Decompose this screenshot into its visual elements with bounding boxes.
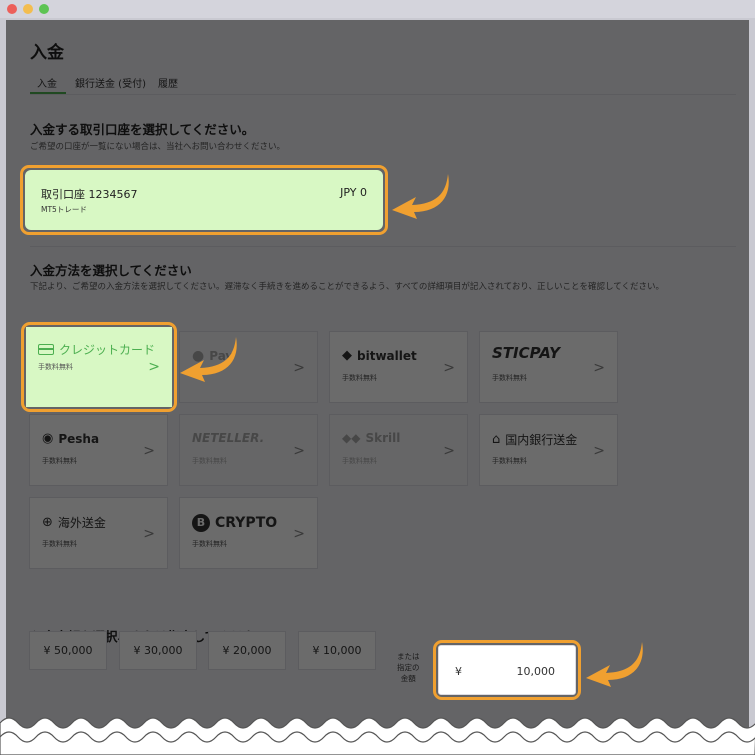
method-card-overseas[interactable]: ⊕ 海外送金 手数料無料 > xyxy=(29,497,168,569)
chevron-right-icon: > xyxy=(148,359,160,375)
section-divider xyxy=(30,246,736,247)
account-section-desc: ご希望の口座が一覧にない場合は、当社へお問い合わせください。 xyxy=(30,142,286,152)
account-card[interactable]: 取引口座 1234567 MT5トレード JPY 0 xyxy=(25,170,383,230)
method-fee: 手数料無料 xyxy=(192,457,227,465)
currency-symbol: ¥ xyxy=(455,665,462,678)
page-title: 入金 xyxy=(30,43,64,63)
chevron-right-icon: > xyxy=(443,443,455,459)
pesha-icon: ◉ xyxy=(42,431,54,446)
skrill-icon: ◆◆ xyxy=(342,431,361,445)
chevron-right-icon: > xyxy=(593,443,605,459)
method-label: ◉ Pesha xyxy=(42,431,100,446)
close-window-icon[interactable] xyxy=(7,4,17,14)
tab-history[interactable]: 履歴 xyxy=(158,75,178,90)
method-card-credit-card[interactable]: クレジットカード 手数料無料 > xyxy=(26,327,172,407)
custom-amount-input[interactable]: ¥ 10,000 xyxy=(438,645,576,695)
account-name: 取引口座 1234567 xyxy=(41,188,138,201)
tab-deposit[interactable]: 入金 xyxy=(37,75,57,90)
method-fee: 手数料無料 xyxy=(42,540,77,548)
chevron-right-icon: > xyxy=(143,443,155,459)
chevron-right-icon: > xyxy=(143,526,155,542)
globe-icon: ⊕ xyxy=(42,515,53,530)
method-fee: 手数料無料 xyxy=(492,374,527,382)
arrow-pointer-icon xyxy=(586,642,643,687)
method-card-bitwallet[interactable]: ◆ bitwallet 手数料無料 > xyxy=(329,331,468,403)
method-label: ⊕ 海外送金 xyxy=(42,515,106,530)
method-card-neteller[interactable]: NETELLER. 手数料無料 > xyxy=(179,414,318,486)
arrow-pointer-icon xyxy=(392,174,449,219)
chevron-right-icon: > xyxy=(293,443,305,459)
window-titlebar xyxy=(0,0,755,18)
or-custom-amount-label: または 指定の 金額 xyxy=(397,652,420,683)
bank-icon: ⌂ xyxy=(492,432,501,447)
method-label: STICPAY xyxy=(492,344,560,362)
method-label: NETELLER. xyxy=(192,431,265,445)
method-card-crypto[interactable]: B CRYPTO 手数料無料 > xyxy=(179,497,318,569)
minimize-window-icon[interactable] xyxy=(23,4,33,14)
amount-preset-20000[interactable]: ¥ 20,000 xyxy=(208,631,286,670)
method-card-pesha[interactable]: ◉ Pesha 手数料無料 > xyxy=(29,414,168,486)
amount-preset-50000[interactable]: ¥ 50,000 xyxy=(29,631,107,670)
amount-value: 10,000 xyxy=(516,665,556,678)
method-section-desc: 下記より、ご希望の入金方法を選択してください。遅滞なく手続きを進めることができる… xyxy=(30,282,665,292)
amount-preset-10000[interactable]: ¥ 10,000 xyxy=(298,631,376,670)
method-card-skrill[interactable]: ◆◆ Skrill 手数料無料 > xyxy=(329,414,468,486)
method-card-sticpay[interactable]: STICPAY 手数料無料 > xyxy=(479,331,618,403)
chevron-right-icon: > xyxy=(593,360,605,376)
method-section-title: 入金方法を選択してください xyxy=(30,263,192,278)
torn-edge-wave xyxy=(0,717,755,755)
method-fee: 手数料無料 xyxy=(342,374,377,382)
tab-bank-transfer[interactable]: 銀行送金 (受付) xyxy=(75,75,146,90)
account-section-title: 入金する取引口座を選択してください。 xyxy=(30,122,255,137)
maximize-window-icon[interactable] xyxy=(39,4,49,14)
method-fee: 手数料無料 xyxy=(492,457,527,465)
method-label: ◆◆ Skrill xyxy=(342,431,401,445)
method-fee: 手数料無料 xyxy=(42,457,77,465)
method-label: ◆ bitwallet xyxy=(342,348,417,363)
method-fee: 手数料無料 xyxy=(38,363,73,371)
account-type: MT5トレード xyxy=(41,205,87,214)
bitwallet-icon: ◆ xyxy=(342,348,352,363)
bitcoin-icon: B xyxy=(192,514,210,532)
method-label: ⌂ 国内銀行送金 xyxy=(492,432,578,447)
credit-card-icon xyxy=(38,344,54,355)
method-fee: 手数料無料 xyxy=(342,457,377,465)
method-label: B CRYPTO xyxy=(192,514,277,532)
amount-preset-30000[interactable]: ¥ 30,000 xyxy=(119,631,197,670)
method-card-domestic-bank[interactable]: ⌂ 国内銀行送金 手数料無料 > xyxy=(479,414,618,486)
tab-divider xyxy=(30,94,736,95)
method-fee: 手数料無料 xyxy=(192,540,227,548)
method-label: クレジットカード xyxy=(38,341,155,358)
arrow-pointer-icon xyxy=(180,337,237,382)
chevron-right-icon: > xyxy=(443,360,455,376)
chevron-right-icon: > xyxy=(293,526,305,542)
chevron-right-icon: > xyxy=(293,360,305,376)
account-balance: JPY 0 xyxy=(340,186,367,199)
